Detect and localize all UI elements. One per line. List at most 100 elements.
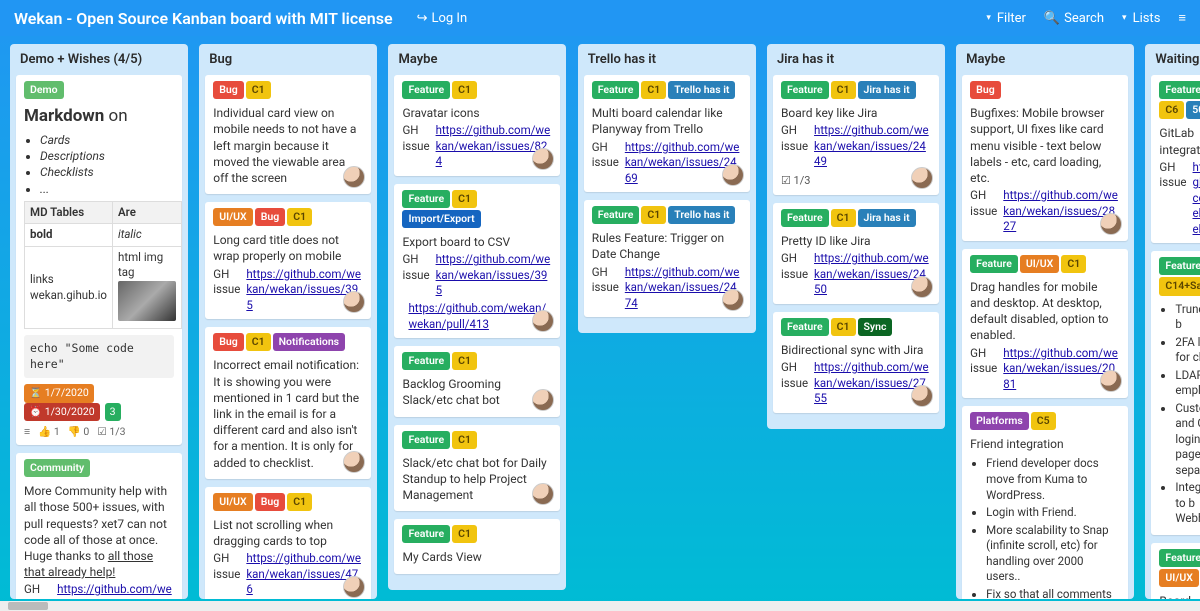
avatar[interactable] (911, 276, 933, 298)
card[interactable]: FeatureUI/UX Board Background I GH issue… (1151, 543, 1200, 599)
card-title: Markdown on (24, 105, 174, 128)
card[interactable]: FeatureC1Trello has it Rules Feature: Tr… (584, 200, 750, 317)
label-community: Community (24, 459, 90, 477)
issue-link[interactable]: https://github.com/wekan/wekan/pull/413 (408, 301, 552, 332)
board-title[interactable]: Wekan - Open Source Kanban board with MI… (14, 9, 393, 28)
list-title[interactable]: Maybe (956, 44, 1134, 71)
avatar[interactable] (911, 167, 933, 189)
due-date: ⏰ 1/30/2020 (24, 403, 100, 421)
card[interactable]: PlatformsC5 Friend integration Friend de… (962, 406, 1128, 599)
card[interactable]: FeatureC1Import/Export Export board to C… (394, 184, 560, 338)
thumbs-down: 👎 0 (68, 425, 90, 439)
card[interactable]: BugC1Notifications Incorrect email notif… (205, 327, 371, 478)
card-text: Individual card view on mobile needs to … (213, 105, 363, 186)
bullet-list: Truncate/Scroll b 2FA login for clie LDA… (1175, 302, 1200, 527)
card[interactable]: FeatureC14+Sa Truncate/Scroll b 2FA logi… (1151, 251, 1200, 535)
label-demo: Demo (24, 81, 64, 99)
checklist-indicator: ☑ 1/3 (97, 425, 125, 439)
login-icon: ↪ (417, 11, 428, 26)
search-button[interactable]: 🔍Search (1044, 11, 1104, 26)
list-title[interactable]: Maybe (388, 44, 566, 71)
bullet-list: Cards Descriptions Checklists ... (40, 132, 174, 197)
card-text: Backlog Grooming Slack/etc chat bot (402, 376, 552, 408)
card-text: Bidirectional sync with Jira (781, 342, 931, 358)
card[interactable]: FeatureC1Sync Bidirectional sync with Ji… (773, 312, 939, 413)
login-button[interactable]: ↪ Log In (417, 11, 468, 26)
card[interactable]: UI/UXBugC1 Long card title does not wrap… (205, 202, 371, 319)
card[interactable]: FeatureC1Jira has it Board key like Jira… (773, 75, 939, 195)
card[interactable]: UI/UXBugC1 List not scrolling when dragg… (205, 487, 371, 599)
card[interactable]: FeatureUI/UXC1 Drag handles for mobile a… (962, 249, 1128, 398)
card-text: Pretty ID like Jira (781, 233, 931, 249)
list-title[interactable]: Jira has it (767, 44, 945, 71)
chevron-down-icon: ▾ (986, 13, 991, 23)
code-block: echo "Some code here" (24, 335, 174, 378)
card[interactable]: FeatureC1Trello has it Multi board calen… (584, 75, 750, 192)
list-title[interactable]: Demo + Wishes (4/5) (10, 44, 188, 71)
issue-link[interactable]: https://github.com/wekan/wekan/issues/24… (814, 123, 931, 170)
avatar[interactable] (1100, 213, 1122, 235)
list-maybe-2: Maybe Bug Bugfixes: Mobile browser suppo… (956, 44, 1134, 599)
lists-button[interactable]: ▾Lists (1122, 11, 1160, 26)
card-text: Export board to CSV (402, 234, 552, 250)
checklist-indicator: ☑ 1/3 (781, 174, 931, 189)
card-text: Gravatar icons (402, 105, 552, 121)
issue-link[interactable]: https://github.com/wekan/wekan/ (1193, 160, 1200, 238)
card[interactable]: FeatureC1 Slack/etc chat bot for Daily S… (394, 425, 560, 512)
card[interactable]: Demo Markdown on Cards Descriptions Chec… (16, 75, 182, 445)
card-meta: ≡ 👍 1 👎 0 ☑ 1/3 (24, 425, 174, 439)
issue-link[interactable]: https://github.com/wekan/wekan/pulls (57, 582, 174, 599)
avatar[interactable] (722, 164, 744, 186)
list-wishes: Demo + Wishes (4/5) Demo Markdown on Car… (10, 44, 188, 599)
app-header: Wekan - Open Source Kanban board with MI… (0, 0, 1200, 36)
scrollbar-thumb[interactable] (8, 602, 48, 610)
card-text: Bugfixes: Mobile browser support, UI fix… (970, 105, 1120, 186)
issue-link[interactable]: https://github.com/wekan/wekan/issues/39… (436, 252, 553, 299)
card[interactable]: FeatureC650 GitLab integration GH issueh… (1151, 75, 1200, 243)
card-text: Slack/etc chat bot for Daily Standup to … (402, 455, 552, 504)
card-text: Board key like Jira (781, 105, 931, 121)
chevron-down-icon: ▾ (1122, 13, 1127, 23)
start-date: ⏳ 1/7/2020 (24, 384, 94, 402)
count-badge: 3 (105, 403, 121, 421)
list-jira: Jira has it FeatureC1Jira has it Board k… (767, 44, 945, 429)
card-text: Long card title does not wrap properly o… (213, 232, 363, 264)
card-text: My Cards View (402, 549, 552, 565)
search-icon: 🔍 (1044, 11, 1060, 26)
list-title[interactable]: Bug (199, 44, 377, 71)
card[interactable]: FeatureC1 My Cards View (394, 519, 560, 573)
card-text: Incorrect email notification: It is show… (213, 357, 363, 470)
card[interactable]: Bug Bugfixes: Mobile browser support, UI… (962, 75, 1128, 241)
markdown-table: MD TablesAre bolditalic links wekan.gihu… (24, 201, 182, 330)
list-waiting: Waiting for funding FeatureC650 GitLab i… (1145, 44, 1200, 599)
card[interactable]: FeatureC1 Backlog Grooming Slack/etc cha… (394, 346, 560, 417)
card-text: GitLab integration (1159, 125, 1200, 157)
card-text: Multi board calendar like Planyway from … (592, 105, 742, 137)
board-canvas[interactable]: Demo + Wishes (4/5) Demo Markdown on Car… (0, 36, 1200, 601)
thumbnail-image (118, 281, 176, 321)
avatar[interactable] (532, 389, 554, 411)
list-title[interactable]: Waiting for funding (1145, 44, 1200, 71)
card[interactable]: Community More Community help with all t… (16, 453, 182, 599)
avatar[interactable] (343, 576, 365, 598)
list-title[interactable]: Trello has it (578, 44, 756, 71)
card[interactable]: BugC1 Individual card view on mobile nee… (205, 75, 371, 194)
card[interactable]: FeatureC1 Gravatar icons GH issuehttps:/… (394, 75, 560, 176)
avatar[interactable] (343, 451, 365, 473)
card-text: Board Background I (1159, 593, 1200, 599)
list-maybe-1: Maybe FeatureC1 Gravatar icons GH issueh… (388, 44, 566, 590)
card-text: More Community help with all those 500+ … (24, 483, 174, 580)
filter-button[interactable]: ▾Filter (986, 11, 1026, 26)
card-text: Drag handles for mobile and desktop. At … (970, 279, 1120, 344)
card-text: List not scrolling when dragging cards t… (213, 517, 363, 549)
avatar[interactable] (722, 289, 744, 311)
list-trello: Trello has it FeatureC1Trello has it Mul… (578, 44, 756, 333)
horizontal-scrollbar[interactable] (0, 601, 1200, 611)
avatar[interactable] (911, 385, 933, 407)
card-text: Rules Feature: Trigger on Date Change (592, 230, 742, 262)
thumbs-up: 👍 1 (38, 425, 60, 439)
list-bug: Bug BugC1 Individual card view on mobile… (199, 44, 377, 599)
menu-icon[interactable]: ≡ (1178, 10, 1186, 26)
description-icon: ≡ (24, 425, 30, 439)
card[interactable]: FeatureC1Jira has it Pretty ID like Jira… (773, 203, 939, 304)
